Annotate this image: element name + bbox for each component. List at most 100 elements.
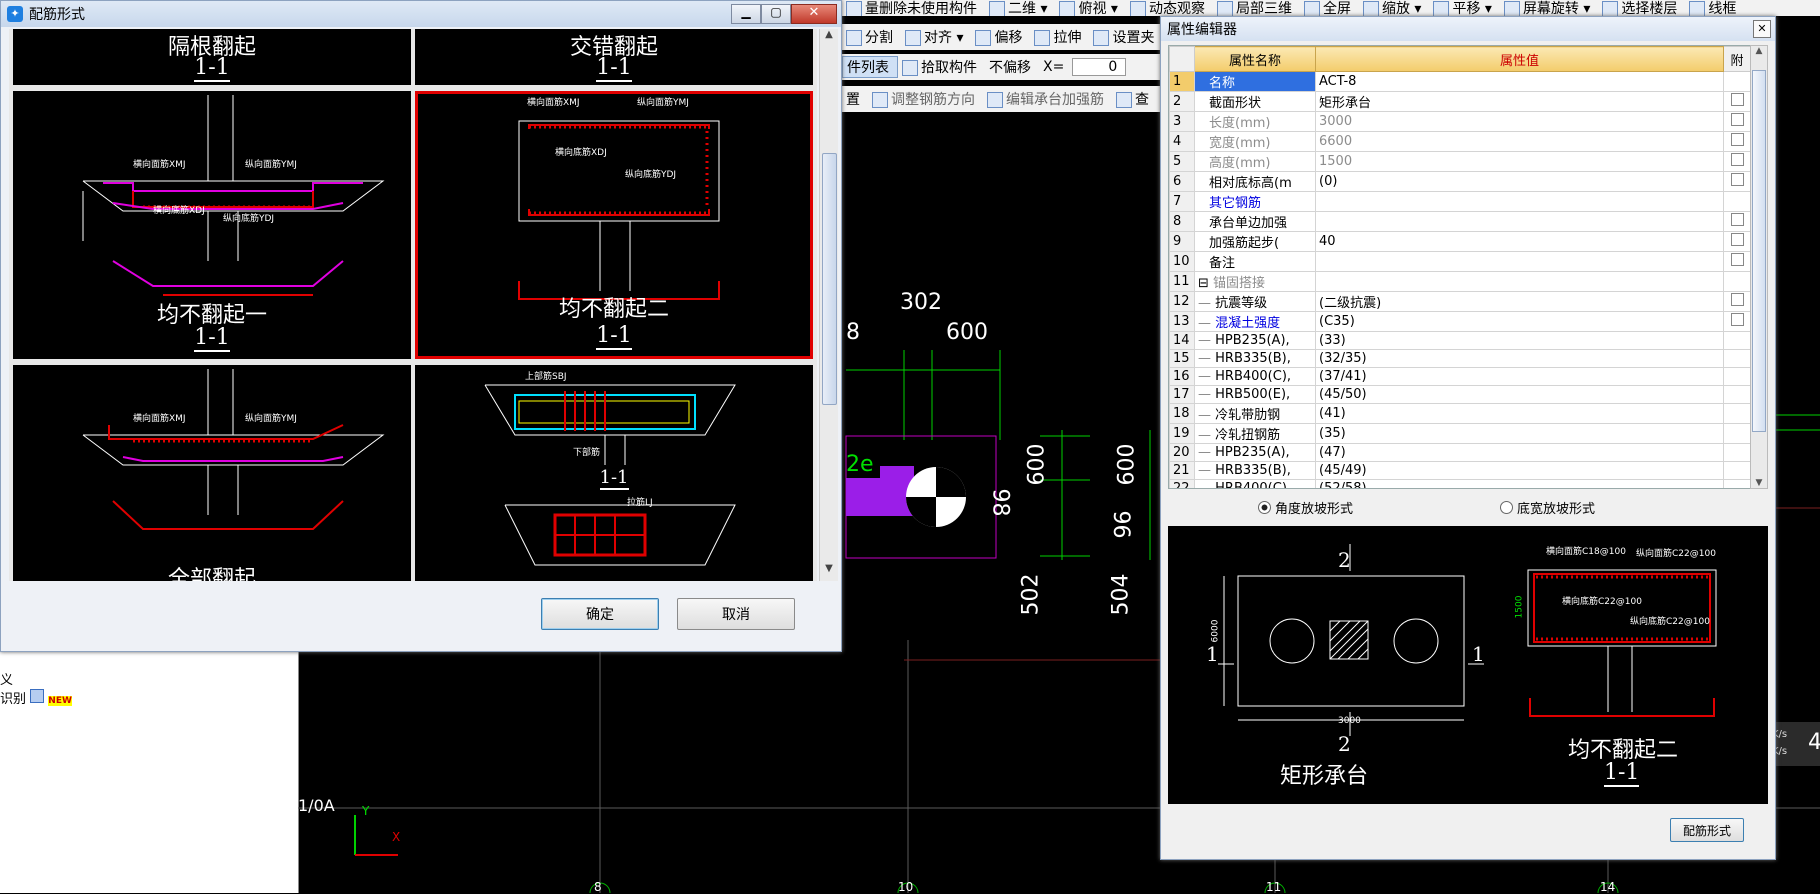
rebar-dialog-titlebar[interactable]: ✦ 配筋形式 ▁ ▢ ✕ [1,1,841,27]
scroll-thumb[interactable] [822,153,837,405]
property-row[interactable]: 9 加强筋起步(40 [1169,231,1751,252]
option-cell-junbu2-selected[interactable]: 横向面筋XMJ 纵向面筋YMJ 横向底筋XDJ 纵向底筋YDJ 均不翻起二 1-… [415,91,813,359]
checkbox[interactable] [1730,113,1744,126]
row-number: 6 [1169,171,1195,192]
checkbox[interactable] [1730,233,1744,246]
option-sec: 1-1 [596,55,632,82]
radio-unselected-icon [1500,501,1513,514]
property-row[interactable]: 4 宽度(mm) 6600 [1169,131,1751,152]
property-value[interactable] [1315,191,1724,212]
col-header-name[interactable]: 属性名称 [1194,46,1316,72]
option-cell-jiaocuo[interactable]: 交错翻起 1-1 [415,29,813,85]
property-row[interactable]: 8 承台单边加强 [1169,211,1751,232]
property-row[interactable]: 2 截面形状 矩形承台 [1169,91,1751,112]
property-value[interactable]: (45/50) [1315,385,1724,404]
rebar-form-button[interactable]: 配筋形式 [1670,818,1744,842]
option-cell-quanbu[interactable]: 横向面筋XMJ 纵向面筋YMJ 全部翻起 [13,365,411,581]
property-row[interactable]: 20— HPB235(A), (47) [1169,443,1751,462]
grid-num-10: 10 [898,880,914,894]
property-value[interactable]: (32/35) [1315,349,1724,368]
property-name: 备注 [1194,251,1316,272]
scroll-up-arrow[interactable]: ▲ [820,29,838,47]
checkbox[interactable] [1730,293,1744,306]
property-value[interactable]: (47) [1315,443,1724,462]
property-row[interactable]: 13— 混凝土强度 (C35) [1169,311,1751,332]
property-value[interactable] [1315,251,1724,272]
collapse-icon[interactable]: ⊟ [1198,276,1213,291]
panel-close-button[interactable]: ✕ [1753,20,1771,38]
row-number: 7 [1169,191,1195,212]
checkbox[interactable] [1730,313,1744,326]
property-row[interactable]: 7 其它钢筋 [1169,191,1751,212]
option-cell-junbu1[interactable]: 横向面筋XMJ 纵向面筋YMJ 横向底筋XDJ 纵向底筋YDJ 均不翻起一 1-… [13,91,411,359]
property-value[interactable]: (45/49) [1315,461,1724,480]
property-value[interactable] [1315,211,1724,232]
property-row[interactable]: 6 相对底标高(m (0) [1169,171,1751,192]
scroll-down-arrow[interactable]: ▼ [820,563,838,581]
property-row[interactable]: 1 名称 ACT-8 [1169,71,1751,92]
property-table-scrollbar[interactable]: ▲ ▼ [1750,45,1768,489]
property-value[interactable]: (37/41) [1315,367,1724,386]
property-row[interactable]: 18— 冷轧带肋钢 (41) [1169,403,1751,424]
cancel-button[interactable]: 取消 [677,598,795,630]
property-value[interactable]: (41) [1315,403,1724,424]
property-editor-titlebar[interactable]: 属性编辑器 ✕ [1161,17,1775,41]
attach-cell [1723,443,1751,462]
property-value[interactable]: (二级抗震) [1315,291,1724,312]
ok-button[interactable]: 确定 [541,598,659,630]
option-cell-gegen[interactable]: 隔根翻起 1-1 [13,29,411,85]
property-value[interactable] [1315,271,1724,292]
checkbox[interactable] [1730,93,1744,106]
property-value[interactable]: (C35) [1315,311,1724,332]
radio-angle-slope[interactable]: 角度放坡形式 [1258,498,1353,517]
property-row[interactable]: 14— HPB235(A), (33) [1169,331,1751,350]
option-cell-complex[interactable]: 上部筋SBJ 下部筋 拉筋LJ 1-1 [415,365,813,581]
property-name: — 冷轧带肋钢 [1194,403,1316,424]
property-row[interactable]: 19— 冷轧扭钢筋 (35) [1169,423,1751,444]
row-number: 4 [1169,131,1195,152]
property-row[interactable]: 22— HRB400(C), (52/58) [1169,479,1751,488]
property-value[interactable]: 6600 [1315,131,1724,152]
property-value[interactable]: (52/58) [1315,479,1724,488]
col-header-extra[interactable]: 附 [1723,46,1751,72]
property-value[interactable]: 矩形承台 [1315,91,1724,112]
property-value[interactable]: (0) [1315,171,1724,192]
property-value[interactable]: 40 [1315,231,1724,252]
scroll-up-arrow[interactable]: ▲ [1751,46,1767,56]
property-row[interactable]: 11 ⊟ 锚固搭接 [1169,271,1751,292]
property-value[interactable]: ACT-8 [1315,71,1724,92]
property-row[interactable]: 12— 抗震等级 (二级抗震) [1169,291,1751,312]
preview-area: 2 2 1 1 3000 6000 矩形承台 横向面筋C18@100 纵向面筋C… [1168,526,1768,804]
dim-8: 8 [846,320,860,345]
checkbox[interactable] [1730,213,1744,226]
rebar-options-scrollbar[interactable]: ▲ ▼ [819,29,838,581]
radio-width-slope[interactable]: 底宽放坡形式 [1500,498,1595,517]
property-row[interactable]: 17— HRB500(E), (45/50) [1169,385,1751,404]
property-name: 宽度(mm) [1194,131,1316,152]
label-xbj: 下部筋 [573,448,601,458]
col-header-value[interactable]: 属性值 [1315,46,1724,72]
maximize-button[interactable]: ▢ [761,4,791,24]
option-sec: 1-1 [596,323,632,350]
checkbox[interactable] [1730,153,1744,166]
property-row[interactable]: 15— HRB335(B), (32/35) [1169,349,1751,368]
property-value[interactable]: (35) [1315,423,1724,444]
app-icon: ✦ [7,6,23,22]
attach-cell [1723,231,1751,252]
property-value[interactable]: 1500 [1315,151,1724,172]
property-row[interactable]: 16— HRB400(C), (37/41) [1169,367,1751,386]
close-button[interactable]: ✕ [791,4,837,24]
property-row[interactable]: 10 备注 [1169,251,1751,272]
property-value[interactable]: (33) [1315,331,1724,350]
property-row[interactable]: 3 长度(mm) 3000 [1169,111,1751,132]
property-row[interactable]: 5 高度(mm) 1500 [1169,151,1751,172]
property-row[interactable]: 21— HRB335(B), (45/49) [1169,461,1751,480]
scroll-down-arrow[interactable]: ▼ [1751,478,1767,488]
checkbox[interactable] [1730,173,1744,186]
minimize-button[interactable]: ▁ [731,4,761,24]
scroll-thumb[interactable] [1752,70,1766,432]
attach-cell [1723,71,1751,92]
property-value[interactable]: 3000 [1315,111,1724,132]
checkbox[interactable] [1730,133,1744,146]
checkbox[interactable] [1730,253,1744,266]
